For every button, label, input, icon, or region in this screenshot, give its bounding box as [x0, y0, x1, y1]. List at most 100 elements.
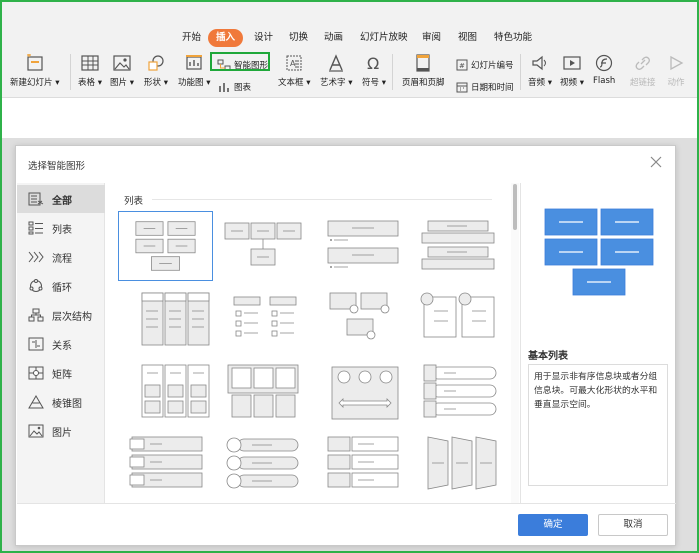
- calendar-icon: [456, 82, 468, 93]
- category-picture[interactable]: 图片: [17, 417, 105, 445]
- scrollbar-thumb[interactable]: [513, 184, 517, 230]
- audio-icon: [532, 55, 546, 71]
- picture-button[interactable]: 图片 ▾: [110, 54, 134, 88]
- video-button[interactable]: 视频 ▾: [560, 54, 584, 88]
- category-all[interactable]: 全部: [17, 185, 105, 213]
- list-icon: [28, 221, 43, 235]
- tab-animation[interactable]: 动画: [320, 29, 347, 47]
- layout-list-thumb[interactable]: [314, 289, 409, 359]
- category-nav: 全部 列表 流程 循环 层次结构 关系 矩阵 棱锥图 图片: [17, 183, 105, 503]
- wordart-icon: [329, 54, 344, 72]
- audio-button[interactable]: 音频 ▾: [528, 54, 552, 88]
- basic-list-preview: [544, 208, 654, 296]
- selected-layout-name: 基本列表: [528, 351, 568, 362]
- header-footer-button[interactable]: 页眉和页脚: [402, 54, 445, 88]
- chart-icon: [219, 83, 229, 92]
- smart-art-highlight: [210, 52, 270, 71]
- ribbon-separator: [520, 54, 521, 90]
- category-matrix[interactable]: 矩阵: [17, 359, 105, 387]
- layout-list-thumb[interactable]: [216, 289, 311, 359]
- symbol-button[interactable]: Ω 符号 ▾: [362, 54, 386, 88]
- tab-special[interactable]: 特色功能: [490, 29, 536, 47]
- smart-art-dialog: 选择智能图形 全部 列表 流程 循环 层次结构 关系 矩阵 棱锥图 图片 列表 …: [15, 145, 676, 546]
- tab-review[interactable]: 审阅: [418, 29, 445, 47]
- process-icon: [28, 251, 44, 263]
- omega-symbol-icon: Ω: [367, 54, 379, 72]
- category-pyramid[interactable]: 棱锥图: [17, 388, 105, 416]
- ribbon-separator: [392, 54, 393, 90]
- header-footer-icon: [416, 54, 430, 72]
- category-list[interactable]: 列表: [17, 214, 105, 242]
- textbox-button[interactable]: A 文本框 ▾: [278, 54, 310, 88]
- layout-list-thumb[interactable]: [412, 211, 507, 281]
- tab-slideshow[interactable]: 幻灯片放映: [356, 29, 412, 47]
- ribbon-tabs: 开始 插入 设计 切换 动画 幻灯片放映 审阅 视图 特色功能: [2, 29, 697, 49]
- layout-list-thumb[interactable]: [314, 211, 409, 281]
- category-relationship[interactable]: 关系: [17, 330, 105, 358]
- ribbon-tools: 新建幻灯片 ▾ 表格 ▾ 图片 ▾ 形状 ▾ 功能图 ▾ 智能图形 图表 A 文…: [2, 54, 697, 96]
- layout-list-thumb[interactable]: [412, 289, 507, 359]
- category-process[interactable]: 流程: [17, 243, 105, 271]
- preview-pane: 基本列表 用于显示非有序信息块或者分组信息块。可最大化形状的水平和垂直显示空间。: [520, 183, 675, 503]
- flash-icon: [596, 54, 613, 72]
- category-hierarchy[interactable]: 层次结构: [17, 301, 105, 329]
- textbox-icon: A: [286, 55, 302, 71]
- hyperlink-button[interactable]: 超链接: [630, 54, 656, 88]
- hyperlink-icon: [635, 56, 650, 70]
- action-button[interactable]: 动作: [666, 54, 686, 88]
- ok-button[interactable]: 确定: [518, 514, 588, 536]
- chart-button[interactable]: 图表: [217, 81, 251, 93]
- layout-basic-list-thumb[interactable]: [118, 211, 213, 281]
- date-time-button[interactable]: 日期和时间: [456, 81, 514, 93]
- function-chart-button[interactable]: 功能图 ▾: [178, 54, 210, 88]
- function-chart-icon: [186, 55, 203, 70]
- picture-icon: [28, 424, 44, 438]
- category-cycle[interactable]: 循环: [17, 272, 105, 300]
- layout-list-thumb[interactable]: [314, 433, 409, 503]
- layout-list-thumb[interactable]: [118, 289, 213, 359]
- cancel-button[interactable]: 取消: [598, 514, 668, 536]
- picture-icon: [113, 55, 131, 71]
- layout-list-thumb[interactable]: [412, 361, 507, 431]
- layout-list-thumb[interactable]: [118, 361, 213, 431]
- table-button[interactable]: 表格 ▾: [78, 54, 102, 88]
- layout-list-thumb[interactable]: [412, 433, 507, 503]
- cycle-icon: [29, 279, 43, 292]
- dialog-title: 选择智能图形: [28, 161, 86, 172]
- layout-list-thumb[interactable]: [314, 361, 409, 431]
- flash-button[interactable]: Flash: [593, 54, 615, 86]
- selected-layout-description: 用于显示非有序信息块或者分组信息块。可最大化形状的水平和垂直显示空间。: [528, 364, 668, 486]
- shape-button[interactable]: 形状 ▾: [144, 54, 168, 88]
- close-icon[interactable]: [647, 153, 665, 171]
- section-label: 列表: [124, 196, 144, 207]
- shape-icon: [148, 55, 164, 71]
- layout-list-thumb[interactable]: [216, 361, 311, 431]
- relationship-icon: [28, 337, 44, 351]
- tab-view[interactable]: 视图: [454, 29, 481, 47]
- slide-number-button[interactable]: # 幻灯片编号: [456, 59, 514, 71]
- slide-area: [2, 98, 697, 138]
- layout-list-thumb[interactable]: [216, 433, 311, 503]
- ribbon: 开始 插入 设计 切换 动画 幻灯片放映 审阅 视图 特色功能 新建幻灯片 ▾ …: [2, 2, 697, 98]
- wordart-button[interactable]: 艺术字 ▾: [320, 54, 352, 88]
- gallery-scrollbar[interactable]: [511, 183, 519, 503]
- all-icon: [28, 192, 44, 206]
- tab-insert[interactable]: 插入: [208, 29, 244, 47]
- gallery: 列表: [106, 183, 519, 503]
- action-icon: [670, 55, 684, 71]
- tab-design[interactable]: 设计: [250, 29, 277, 47]
- table-icon: [81, 55, 99, 71]
- layout-list-thumb[interactable]: [216, 211, 311, 281]
- video-icon: [563, 56, 581, 70]
- hierarchy-icon: [28, 308, 44, 322]
- pyramid-icon: [28, 395, 44, 409]
- slide-number-icon: #: [456, 59, 468, 71]
- new-slide-button[interactable]: 新建幻灯片 ▾: [10, 54, 59, 88]
- section-divider: [152, 199, 492, 200]
- ribbon-separator: [70, 54, 71, 90]
- layout-list-thumb[interactable]: [118, 433, 213, 503]
- matrix-icon: [28, 366, 44, 380]
- footer-divider: [17, 503, 676, 504]
- tab-transition[interactable]: 切换: [285, 29, 312, 47]
- tab-home[interactable]: 开始: [178, 29, 205, 47]
